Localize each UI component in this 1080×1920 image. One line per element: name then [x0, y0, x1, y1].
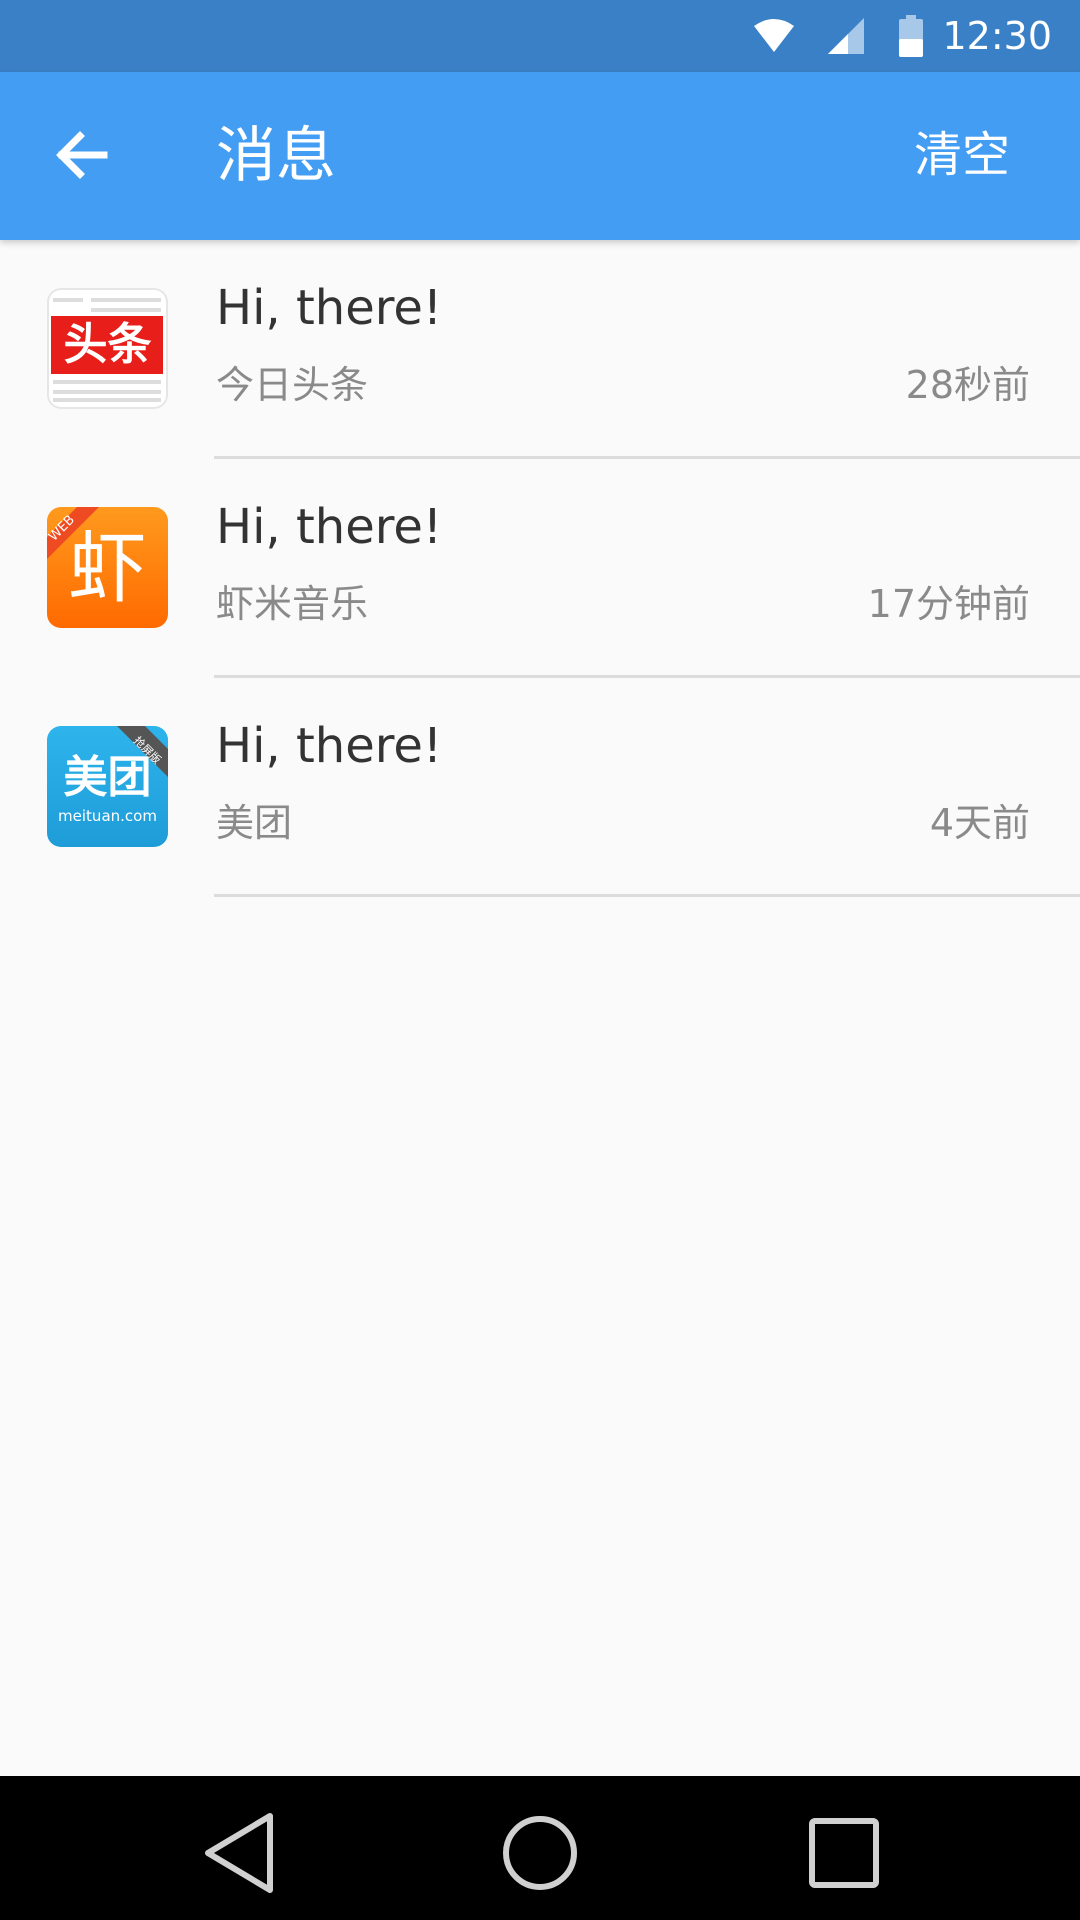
home-nav-button[interactable] — [495, 1808, 585, 1898]
app-name: 美团 — [216, 801, 293, 845]
message-time: 28秒前 — [905, 363, 1030, 407]
arrow-back-icon — [56, 131, 108, 179]
xiami-icon-text: 虾 — [68, 524, 147, 614]
app-name: 虾米音乐 — [216, 582, 369, 626]
battery-icon — [899, 15, 924, 57]
divider — [214, 894, 1080, 897]
app-bar: 消息 清空 — [0, 72, 1080, 240]
message-text: Hi, there! — [216, 718, 443, 774]
list-item[interactable]: WEB 虾 Hi, there! 虾米音乐 17分钟前 — [0, 459, 1080, 678]
back-button[interactable] — [46, 120, 116, 190]
circle-home-icon — [503, 1816, 577, 1890]
wifi-icon — [754, 19, 795, 52]
back-nav-button[interactable] — [196, 1808, 286, 1898]
message-time: 17分钟前 — [867, 582, 1030, 626]
cellular-signal-icon — [828, 18, 865, 54]
toutiao-app-icon: 头条 — [47, 288, 168, 409]
status-time: 12:30 — [942, 14, 1052, 58]
recents-nav-button[interactable] — [799, 1808, 889, 1898]
navigation-bar — [0, 1776, 1080, 1920]
meituan-icon-subtext: meituan.com — [58, 807, 157, 825]
message-time: 4天前 — [929, 801, 1030, 845]
message-text: Hi, there! — [216, 280, 443, 336]
meituan-icon-text: 美团 — [63, 752, 152, 803]
triangle-back-icon — [205, 1813, 273, 1893]
message-text: Hi, there! — [216, 499, 443, 555]
list-item[interactable]: 抢屏版 美团 meituan.com Hi, there! 美团 4天前 — [0, 678, 1080, 897]
app-name: 今日头条 — [216, 363, 369, 407]
clear-button[interactable]: 清空 — [914, 120, 1010, 190]
toutiao-icon-text: 头条 — [63, 319, 152, 370]
page-title: 消息 — [216, 121, 336, 191]
meituan-app-icon: 抢屏版 美团 meituan.com — [47, 726, 168, 847]
message-list: 头条 Hi, there! 今日头条 28秒前 WEB 虾 Hi, there!… — [0, 240, 1080, 897]
list-item[interactable]: 头条 Hi, there! 今日头条 28秒前 — [0, 240, 1080, 459]
xiami-app-icon: WEB 虾 — [47, 507, 168, 628]
square-recents-icon — [809, 1818, 879, 1888]
status-bar: 12:30 — [0, 0, 1080, 72]
